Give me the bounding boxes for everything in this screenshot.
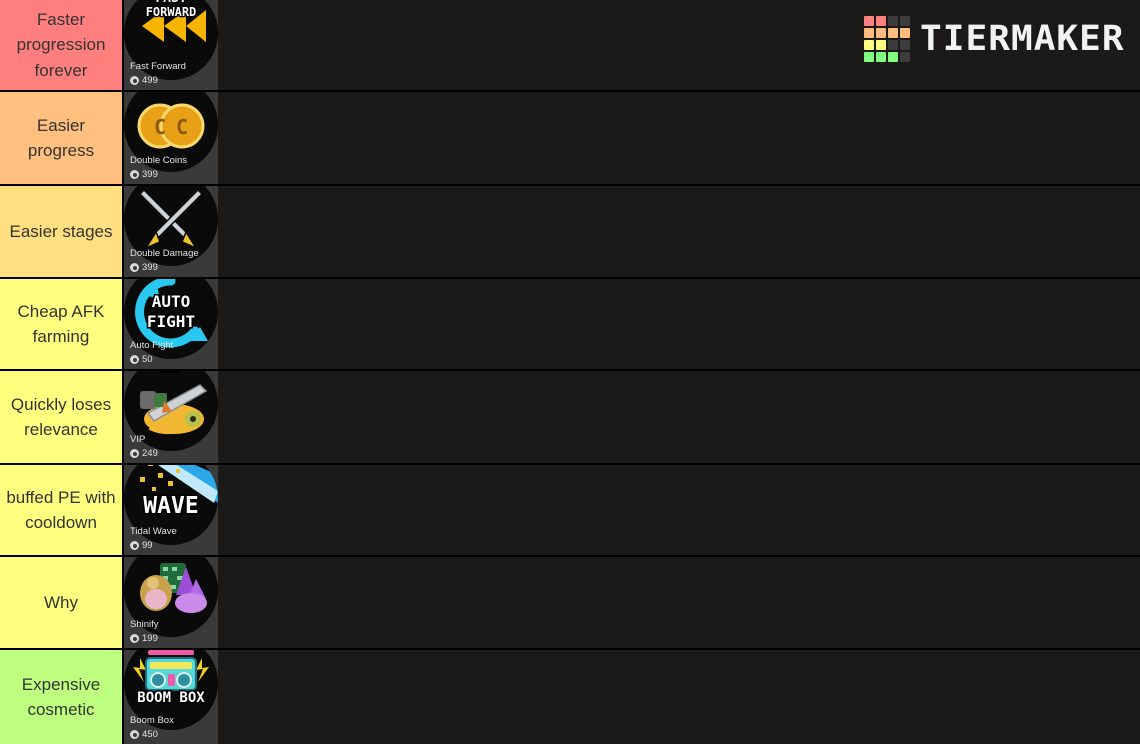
tier-label-5[interactable]: Quickly loses relevance — [0, 371, 124, 463]
tier-row: Quickly loses relevance VIP VIP 249 — [0, 371, 1140, 465]
tier-item-card[interactable]: Double Damage 399 — [124, 186, 218, 277]
currency-coin-icon — [130, 634, 139, 643]
svg-text:VIP: VIP — [157, 371, 184, 375]
tier-row-dropzone-3[interactable]: Double Damage 399 — [124, 186, 1140, 277]
logo-cell-r2-c2 — [888, 40, 899, 50]
svg-text:WAVE: WAVE — [143, 493, 198, 519]
svg-text:FIGHT: FIGHT — [147, 312, 195, 331]
tier-item-meta: Shinify 199 — [124, 619, 218, 644]
tier-item-card[interactable]: AUTO FIGHT Auto Fight 50 — [124, 279, 218, 369]
tier-row-dropzone-4[interactable]: AUTO FIGHT Auto Fight 50 — [124, 279, 1140, 369]
logo-cell-r0-c3 — [900, 16, 911, 26]
tier-item-name: Fast Forward — [130, 61, 186, 72]
currency-coin-icon — [130, 355, 139, 364]
tier-item-meta: VIP 249 — [124, 434, 218, 459]
svg-text:BOOM BOX: BOOM BOX — [137, 690, 205, 706]
tier-item-price: 399 — [130, 262, 212, 273]
svg-text:C: C — [154, 115, 166, 139]
tier-label-1[interactable]: Faster progression forever — [0, 0, 124, 90]
tier-item-price-value: 499 — [142, 75, 158, 86]
svg-text:C: C — [176, 115, 188, 139]
tier-item-meta: Double Damage 399 — [124, 248, 218, 273]
svg-text:FORWARD: FORWARD — [146, 5, 197, 19]
tier-item-name: Double Damage — [130, 248, 199, 259]
tier-row: buffed PE with cooldown WAVE Tidal Wave 99 — [0, 465, 1140, 557]
tier-item-price: 450 — [130, 729, 212, 740]
currency-coin-icon — [130, 170, 139, 179]
currency-coin-icon — [130, 449, 139, 458]
tiermaker-logo: TIERMAKER — [864, 16, 1125, 62]
logo-cell-r1-c0 — [864, 28, 875, 38]
tier-item-price: 399 — [130, 169, 212, 180]
tier-row-dropzone-7[interactable]: SHINIFY Shinify 199 — [124, 557, 1140, 648]
tier-item-price-value: 99 — [142, 540, 153, 551]
logo-cell-r3-c1 — [876, 52, 887, 62]
tier-item-price-value: 50 — [142, 354, 153, 365]
currency-coin-icon — [130, 730, 139, 739]
logo-cell-r3-c3 — [900, 52, 911, 62]
tier-row: Expensive cosmetic BOOM BOX Boom Box 450 — [0, 650, 1140, 744]
currency-coin-icon — [130, 76, 139, 85]
svg-text:AUTO: AUTO — [152, 292, 191, 311]
logo-cell-r2-c3 — [900, 40, 911, 50]
tier-item-name: Shinify — [130, 619, 159, 630]
tier-label-3[interactable]: Easier stages — [0, 186, 124, 277]
tier-item-price-value: 450 — [142, 729, 158, 740]
logo-cell-r1-c1 — [876, 28, 887, 38]
tier-list-canvas: TIERMAKER Faster progression foreverFAST… — [0, 0, 1140, 744]
tier-item-card[interactable]: FASTFORWARDFast Forward499 — [124, 0, 218, 90]
tier-item-price-value: 399 — [142, 262, 158, 273]
currency-coin-icon — [130, 541, 139, 550]
logo-cell-r2-c0 — [864, 40, 875, 50]
tier-row: Easier stages Double Damage 399 — [0, 186, 1140, 279]
tier-row-dropzone-8[interactable]: BOOM BOX Boom Box 450 — [124, 650, 1140, 744]
tier-label-8[interactable]: Expensive cosmetic — [0, 650, 124, 744]
tier-item-card[interactable]: VIP VIP 249 — [124, 371, 218, 463]
logo-cell-r1-c2 — [888, 28, 899, 38]
tier-item-price: 499 — [130, 75, 212, 86]
tier-item-meta: Tidal Wave 99 — [124, 526, 218, 551]
logo-cell-r0-c2 — [888, 16, 899, 26]
tier-item-name: Tidal Wave — [130, 526, 177, 537]
tier-item-meta: Double Coins 399 — [124, 155, 218, 180]
tier-row-dropzone-6[interactable]: WAVE Tidal Wave 99 — [124, 465, 1140, 555]
tier-row-dropzone-2[interactable]: C C Double Coins 399 — [124, 92, 1140, 184]
tier-item-meta: Fast Forward 499 — [124, 61, 218, 86]
currency-coin-icon — [130, 263, 139, 272]
svg-text:SHINIFY: SHINIFY — [144, 557, 199, 559]
tier-row: Why SHINIFY Shinify 199 — [0, 557, 1140, 650]
tier-item-price: 199 — [130, 633, 212, 644]
tier-item-name: Auto Fight — [130, 340, 174, 351]
tier-item-price: 99 — [130, 540, 212, 551]
tiermaker-logo-grid — [864, 16, 911, 62]
tier-item-card[interactable]: SHINIFY Shinify 199 — [124, 557, 218, 648]
tier-row-dropzone-5[interactable]: VIP VIP 249 — [124, 371, 1140, 463]
logo-cell-r0-c1 — [876, 16, 887, 26]
tier-item-name: Double Coins — [130, 155, 188, 166]
logo-cell-r0-c0 — [864, 16, 875, 26]
tier-label-7[interactable]: Why — [0, 557, 124, 648]
logo-cell-r3-c2 — [888, 52, 899, 62]
tier-item-price-value: 249 — [142, 448, 158, 459]
logo-cell-r3-c0 — [864, 52, 875, 62]
tier-item-card[interactable]: C C Double Coins 399 — [124, 92, 218, 184]
tier-item-price-value: 199 — [142, 633, 158, 644]
tier-item-meta: Boom Box 450 — [124, 715, 218, 740]
tier-row: Easier progress C C Double Coins 399 — [0, 92, 1140, 186]
tier-item-name: Boom Box — [130, 715, 174, 726]
tier-item-price: 50 — [130, 354, 212, 365]
tier-label-2[interactable]: Easier progress — [0, 92, 124, 184]
tiermaker-wordmark: TIERMAKER — [920, 18, 1125, 59]
tier-item-price: 249 — [130, 448, 212, 459]
tier-item-meta: Auto Fight 50 — [124, 340, 218, 365]
logo-cell-r1-c3 — [900, 28, 911, 38]
tier-item-name: VIP — [130, 434, 146, 445]
logo-cell-r2-c1 — [876, 40, 887, 50]
tier-item-price-value: 399 — [142, 169, 158, 180]
tier-row: Cheap AFK farming AUTO FIGHT Auto Fight 50 — [0, 279, 1140, 371]
tier-item-card[interactable]: BOOM BOX Boom Box 450 — [124, 650, 218, 744]
tier-item-card[interactable]: WAVE Tidal Wave 99 — [124, 465, 218, 555]
tier-label-4[interactable]: Cheap AFK farming — [0, 279, 124, 369]
tier-label-6[interactable]: buffed PE with cooldown — [0, 465, 124, 555]
